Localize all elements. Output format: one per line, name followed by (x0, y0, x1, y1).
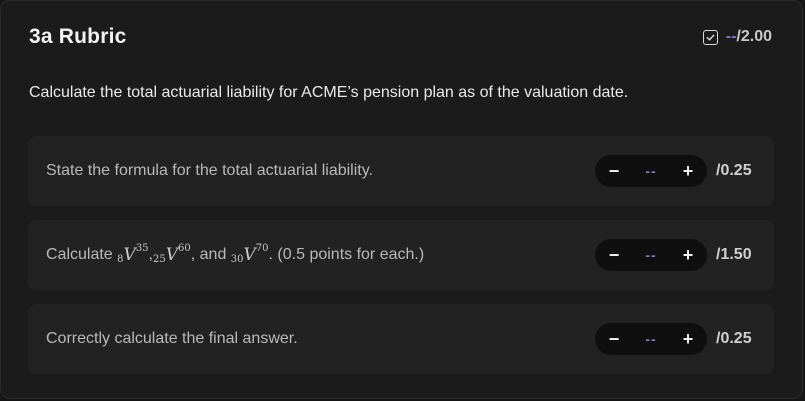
total-score: --/2.00 (702, 28, 772, 46)
math-superscript: 70 (255, 242, 269, 254)
item-max-points: /1.50 (716, 246, 752, 263)
stepper-value[interactable]: -- (645, 331, 656, 347)
total-score-value: -- (725, 28, 737, 45)
label-suffix: . (0.5 points for each.) (268, 246, 425, 263)
math-subscript: 8 (117, 253, 124, 265)
rubric-title: 3a Rubric (29, 25, 127, 48)
math-subscript: 25 (153, 253, 166, 265)
rubric-header: 3a Rubric --/2.00 (29, 23, 772, 51)
rubric-item-label: Correctly calculate the final answer. (46, 330, 298, 347)
math-symbol: V (243, 245, 256, 265)
increment-button[interactable]: + (681, 246, 695, 264)
decrement-button[interactable]: − (607, 330, 621, 348)
math-symbol: V (123, 245, 136, 265)
total-score-text: --/2.00 (726, 28, 772, 46)
math-superscript: 60 (178, 242, 191, 254)
label-prefix: Calculate (46, 246, 113, 263)
score-stepper: − -- + (595, 239, 707, 271)
stepper-value[interactable]: -- (645, 163, 656, 179)
math-symbol: V (165, 245, 179, 265)
item-max-points: /0.25 (716, 330, 752, 347)
rubric-item: Calculate 8 V 35, 25 V 60, and 30 V 70. (0.5 p… (28, 220, 774, 290)
rubric-item: Correctly calculate the final answer. − … (28, 304, 774, 374)
score-stepper: − -- + (595, 323, 707, 355)
question-text: Calculate the total actuarial liability … (29, 84, 629, 101)
checkbox-check-icon[interactable] (702, 29, 718, 45)
math-subscript: 30 (230, 253, 244, 265)
decrement-button[interactable]: − (607, 162, 621, 180)
rubric-panel: 3a Rubric --/2.00 Calculate the total ac… (0, 0, 803, 399)
decrement-button[interactable]: − (607, 246, 621, 264)
score-stepper: − -- + (595, 155, 707, 187)
increment-button[interactable]: + (681, 162, 695, 180)
math-superscript: 35 (135, 242, 149, 254)
item-max-points: /0.25 (716, 162, 752, 179)
rubric-item: State the formula for the total actuaria… (28, 136, 774, 206)
label-separator: , and (190, 246, 231, 263)
stepper-value[interactable]: -- (645, 247, 656, 263)
rubric-item-label: State the formula for the total actuaria… (46, 162, 373, 179)
increment-button[interactable]: + (681, 330, 695, 348)
total-score-max: /2.00 (736, 28, 772, 45)
rubric-item-label: Calculate 8 V 35, 25 V 60, and 30 V 70. (0.5 p… (46, 220, 424, 290)
